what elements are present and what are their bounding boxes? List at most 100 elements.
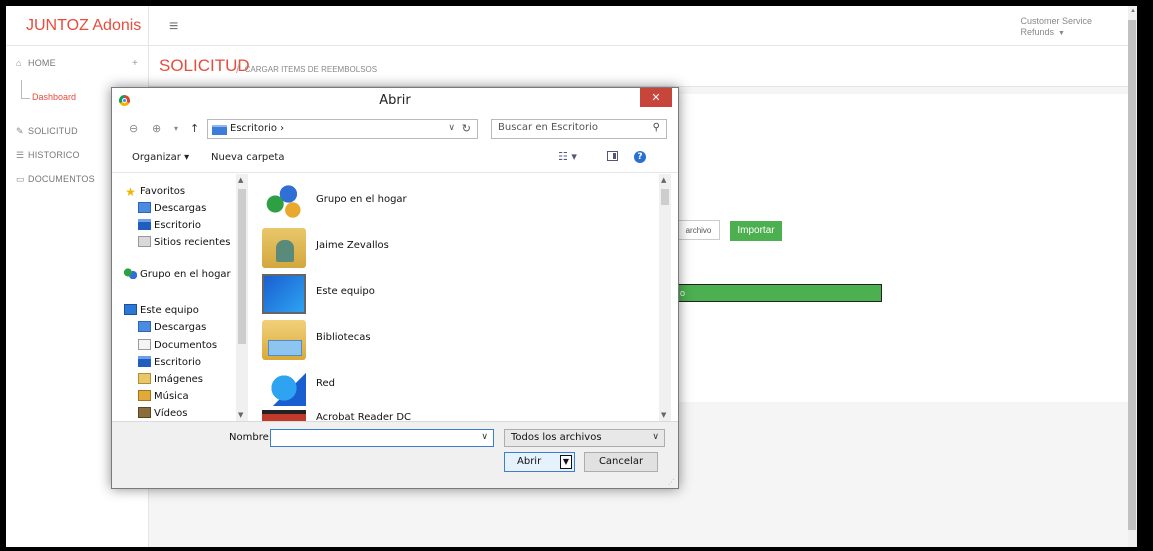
dialog-titlebar[interactable]: Abrir ✕	[112, 88, 678, 113]
folder-icon: ▭	[16, 174, 25, 184]
page-scrollbar-thumb[interactable]	[1128, 20, 1136, 530]
file-list: Grupo en el hogar Jaime Zevallos Este eq…	[252, 174, 660, 421]
close-button[interactable]: ✕	[640, 88, 672, 107]
view-options-icon[interactable]: ☷ ▾	[558, 150, 577, 163]
breadcrumb-item[interactable]: CARGAR ITEMS DE REEMBOLSOS	[245, 65, 377, 74]
sidebar-item-label: HISTORICO	[28, 150, 80, 160]
libraries-icon	[262, 320, 306, 360]
nav-item-favoritos[interactable]: ★ Favoritos	[124, 184, 185, 200]
open-button[interactable]: Abrir ▼	[504, 452, 575, 472]
user-menu[interactable]: Customer Service Refunds ▼	[1020, 16, 1092, 39]
open-options-icon[interactable]: ▼	[560, 455, 572, 469]
page-scrollbar[interactable]: ▲	[1128, 6, 1137, 547]
preview-pane-icon[interactable]	[607, 151, 618, 161]
home-icon: ⌂	[16, 58, 22, 68]
scroll-down-arrow-icon[interactable]: ▼	[661, 411, 666, 419]
list-icon: ☰	[16, 150, 25, 160]
import-button[interactable]: Importar	[730, 221, 782, 241]
scroll-up-arrow-icon[interactable]: ▲	[661, 176, 666, 184]
search-input[interactable]	[498, 122, 638, 133]
top-navbar: ≡ Customer Service Refunds ▼	[149, 6, 1137, 46]
nav-item-imagenes[interactable]: Imágenes	[138, 372, 203, 388]
new-folder-button[interactable]: Nueva carpeta	[211, 152, 284, 163]
desktop-icon	[138, 356, 151, 367]
filename-field[interactable]: ∨	[270, 429, 494, 447]
nav-pane-scrollbar-thumb[interactable]	[238, 189, 246, 344]
scroll-up-arrow-icon[interactable]: ▲	[238, 176, 243, 184]
hamburger-icon[interactable]: ≡	[169, 18, 178, 36]
refresh-icon[interactable]: ↻	[462, 122, 471, 135]
star-icon: ★	[125, 185, 136, 199]
back-arrow-icon[interactable]: ⊖	[129, 122, 138, 135]
expand-icon[interactable]: +	[132, 58, 138, 69]
file-list-scrollbar[interactable]: ▲ ▼	[659, 174, 671, 421]
search-icon[interactable]: ⚲	[653, 122, 660, 133]
desktop-folder-icon	[212, 125, 227, 135]
status-bar: o	[677, 284, 882, 302]
nav-item-videos[interactable]: Vídeos	[138, 406, 187, 421]
resize-grip-icon[interactable]: ⋰	[668, 478, 675, 486]
help-icon[interactable]: ?	[634, 151, 646, 163]
navigation-pane: ★ Favoritos Descargas Escritorio Sitios r…	[120, 174, 250, 421]
brand-logo[interactable]: JUNTOZ Adonis	[26, 17, 141, 35]
nav-item-descargas-pc[interactable]: Descargas	[138, 320, 206, 336]
nav-item-escritorio-pc[interactable]: Escritorio	[138, 355, 201, 371]
nav-item-escritorio[interactable]: Escritorio	[138, 218, 201, 234]
scroll-up-arrow-icon[interactable]: ▲	[1130, 8, 1136, 14]
file-list-scrollbar-thumb[interactable]	[661, 189, 669, 205]
filename-input[interactable]	[274, 431, 470, 445]
edit-icon: ✎	[16, 126, 24, 136]
chevron-down-icon[interactable]: ∨	[652, 432, 659, 442]
nav-pane-scrollbar[interactable]: ▲ ▼	[236, 174, 248, 421]
dialog-title: Abrir	[379, 93, 411, 108]
documents-icon	[138, 339, 151, 350]
homegroup-icon	[262, 182, 306, 222]
network-icon	[262, 366, 306, 406]
acrobat-icon	[262, 410, 306, 421]
search-field[interactable]: ⚲	[491, 119, 667, 139]
sidebar-item-label: DOCUMENTOS	[28, 174, 95, 184]
file-type-select[interactable]: Todos los archivos ∨	[504, 429, 665, 447]
chevron-down-icon[interactable]: ∨	[448, 123, 455, 133]
sidebar-item-dashboard[interactable]: Dashboard	[32, 92, 76, 102]
recent-locations-icon[interactable]: ▾	[174, 124, 178, 133]
nav-item-descargas[interactable]: Descargas	[138, 201, 206, 217]
sidebar-item-documentos[interactable]: ▭ DOCUMENTOS	[16, 174, 95, 185]
organize-button[interactable]: Organizar ▾	[132, 152, 189, 163]
address-bar[interactable]: Escritorio › ∨ ↻	[207, 119, 478, 139]
downloads-icon	[138, 202, 151, 213]
nav-item-sitios-recientes[interactable]: Sitios recientes	[138, 235, 230, 251]
sidebar-item-solicitud[interactable]: ✎ SOLICITUD	[16, 126, 78, 137]
address-row: ⊖ ⊕ ▾ ↑ Escritorio › ∨ ↻ ⚲	[112, 116, 678, 144]
page-header: SOLICITUD / CARGAR ITEMS DE REEMBOLSOS	[149, 46, 1137, 87]
homegroup-icon	[124, 268, 137, 279]
forward-arrow-icon[interactable]: ⊕	[152, 122, 161, 135]
dialog-footer: Nombre: ∨ Todos los archivos ∨ Abrir ▼ C…	[112, 421, 678, 488]
up-arrow-icon[interactable]: ↑	[190, 122, 199, 135]
choose-file-button[interactable]: archivo	[677, 220, 720, 240]
cancel-button[interactable]: Cancelar	[584, 452, 658, 472]
filename-label: Nombre:	[229, 432, 273, 443]
nav-item-grupo-hogar[interactable]: Grupo en el hogar	[124, 267, 231, 283]
downloads-icon	[138, 321, 151, 332]
nav-item-musica[interactable]: Música	[138, 389, 189, 405]
sidebar-item-label: SOLICITUD	[28, 126, 78, 136]
address-path[interactable]: Escritorio ›	[230, 123, 284, 134]
breadcrumb: / CARGAR ITEMS DE REEMBOLSOS	[236, 61, 378, 76]
nav-item-documentos[interactable]: Documentos	[138, 338, 217, 354]
desktop-icon	[138, 219, 151, 230]
user-folder-icon	[262, 228, 306, 268]
file-type-value: Todos los archivos	[511, 432, 602, 443]
pictures-icon	[138, 373, 151, 384]
chevron-down-icon[interactable]: ∨	[481, 432, 488, 442]
sidebar-item-label: HOME	[28, 58, 56, 68]
user-menu-name: Customer Service	[1020, 16, 1092, 26]
sidebar-item-home[interactable]: ⌂ HOME	[16, 58, 56, 68]
tree-connector	[21, 80, 30, 99]
videos-icon	[138, 407, 151, 418]
nav-item-este-equipo[interactable]: Este equipo	[124, 303, 199, 319]
open-file-dialog: Abrir ✕ ⊖ ⊕ ▾ ↑ Escritorio › ∨ ↻ ⚲ Organ…	[111, 87, 679, 489]
scroll-down-arrow-icon[interactable]: ▼	[238, 411, 243, 419]
caret-down-icon: ▼	[1058, 30, 1065, 37]
sidebar-item-historico[interactable]: ☰ HISTORICO	[16, 150, 80, 161]
